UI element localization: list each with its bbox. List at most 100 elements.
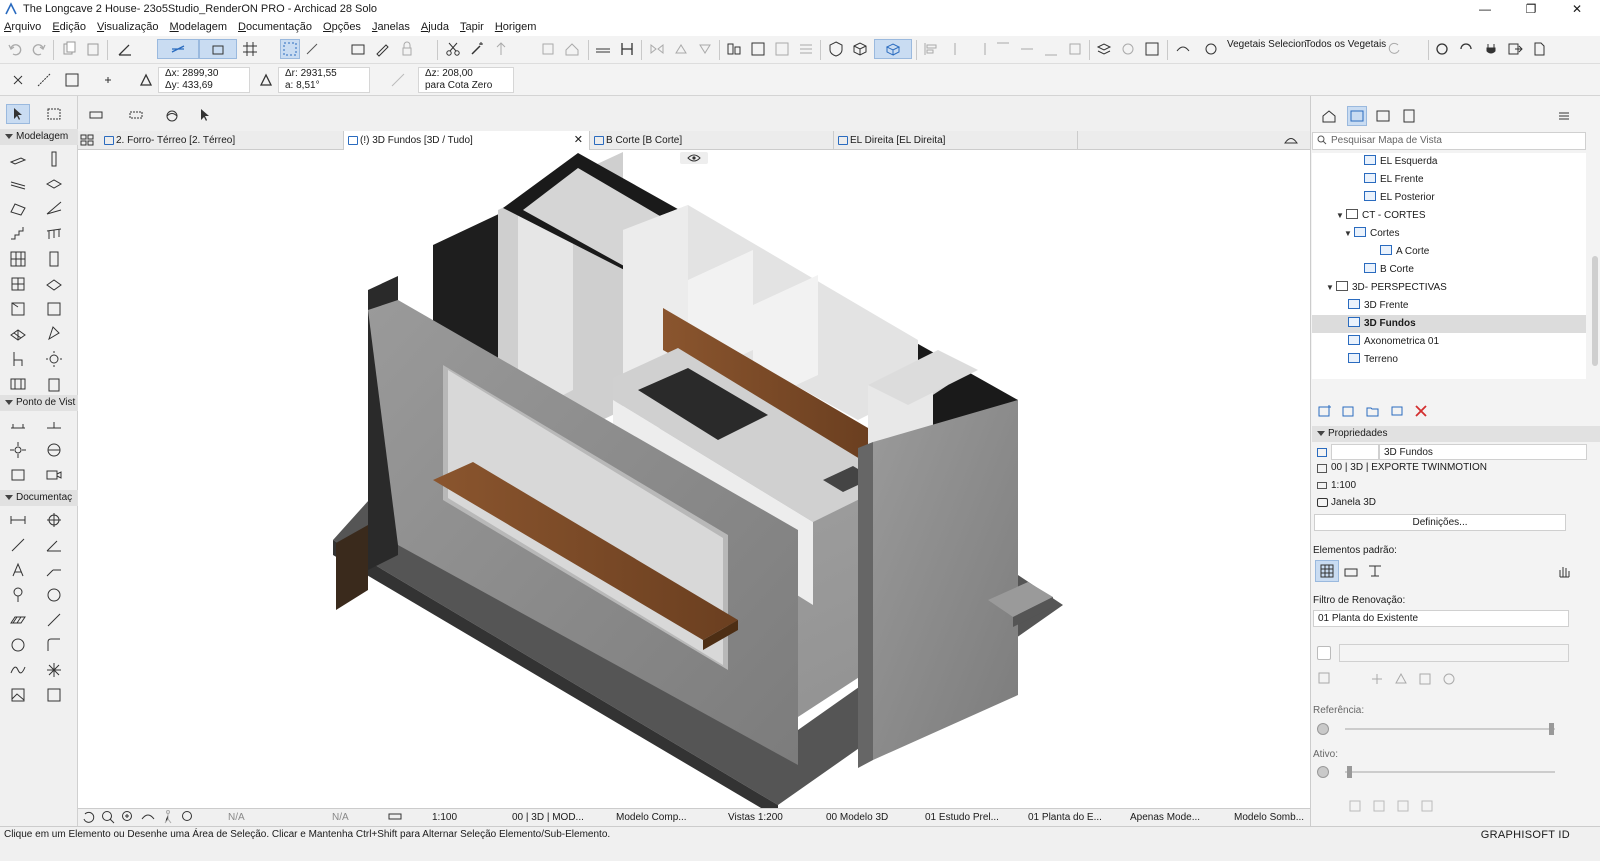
arrow-select-icon[interactable] xyxy=(6,104,30,124)
zoom-in-icon[interactable] xyxy=(100,809,116,825)
3d-box-icon[interactable] xyxy=(850,39,870,59)
figure-tool-icon[interactable] xyxy=(6,684,30,706)
distribute-h-icon[interactable] xyxy=(1065,39,1085,59)
slope-icon[interactable] xyxy=(388,70,408,90)
menu-modelagem[interactable]: Modelagem xyxy=(170,21,228,33)
pick-icon[interactable] xyxy=(302,39,322,59)
vegetais-selecionados-button[interactable]: Vegetais Selecion xyxy=(1227,39,1307,50)
lamp-tool-icon[interactable] xyxy=(42,348,66,370)
lock-icon[interactable] xyxy=(397,39,417,59)
align-right-icon[interactable] xyxy=(969,39,989,59)
dimension-style-icon[interactable] xyxy=(1365,561,1385,581)
menu-tapir[interactable]: Tapir xyxy=(460,21,484,33)
angle-na-value[interactable]: N/A xyxy=(332,810,349,826)
camera-tool-icon[interactable] xyxy=(42,464,66,486)
pet-palette-icon[interactable] xyxy=(86,105,106,125)
delete-view-icon[interactable] xyxy=(1411,401,1431,421)
morph-tool-icon[interactable] xyxy=(42,323,66,345)
scissors-icon[interactable] xyxy=(443,39,463,59)
copy-settings-icon[interactable] xyxy=(1315,669,1335,689)
menu-visualizacao[interactable]: Visualização xyxy=(97,21,159,33)
interior-elevation-icon[interactable] xyxy=(6,439,30,461)
active-slider[interactable] xyxy=(1345,771,1555,773)
tree-item-a-corte[interactable]: A Corte xyxy=(1312,243,1586,261)
structural-icon[interactable] xyxy=(1315,560,1339,582)
maximize-button[interactable]: ❐ xyxy=(1508,0,1554,18)
cursor-icon[interactable] xyxy=(195,105,215,125)
column-tool-icon[interactable] xyxy=(42,148,66,170)
menu-opcoes[interactable]: Opções xyxy=(323,21,361,33)
grid-tool-icon[interactable] xyxy=(62,70,82,90)
bottom-tool-4-icon[interactable] xyxy=(1417,796,1437,816)
worksheet-tool-icon[interactable] xyxy=(42,439,66,461)
rule-reset-icon[interactable] xyxy=(1439,669,1459,689)
active-color-icon[interactable] xyxy=(1317,766,1329,778)
menu-arquivo[interactable]: Arquivo xyxy=(4,21,41,33)
undo-zoom-icon[interactable] xyxy=(80,809,96,825)
angle-icon[interactable] xyxy=(115,39,135,59)
wall-tool-icon[interactable] xyxy=(6,148,30,170)
detail-tool-icon[interactable] xyxy=(6,464,30,486)
export-icon[interactable] xyxy=(1505,39,1525,59)
menu-horigem[interactable]: Horigem xyxy=(495,21,537,33)
zoom-percent-icon[interactable] xyxy=(180,809,196,825)
project-map-icon[interactable] xyxy=(1319,106,1339,126)
slab-tool-icon[interactable] xyxy=(42,173,66,195)
model-view-icon[interactable] xyxy=(1142,39,1162,59)
grid-icon[interactable] xyxy=(240,39,260,59)
door-tool-icon[interactable] xyxy=(42,248,66,270)
dr-angle-field[interactable]: Δr: 2931,55 a: 8,51° xyxy=(278,67,370,93)
tree-item-axonometrica[interactable]: Axonometrica 01 xyxy=(1312,333,1586,351)
opening-tool-icon[interactable] xyxy=(42,373,66,395)
3d-viewport[interactable] xyxy=(78,150,1310,808)
refresh-icon[interactable] xyxy=(1384,39,1404,59)
tree-scrollbar[interactable] xyxy=(1592,256,1598,366)
elevate-icon[interactable] xyxy=(491,39,511,59)
menu-ajuda[interactable]: Ajuda xyxy=(421,21,449,33)
layer-combination-selector[interactable]: 00 | 3D | MOD... xyxy=(512,810,584,826)
tree-item-ct-cortes[interactable]: ▼ CT - CORTES xyxy=(1312,207,1586,225)
shield-icon[interactable] xyxy=(826,39,846,59)
plus-icon[interactable] xyxy=(98,70,118,90)
zoom-fit-icon[interactable] xyxy=(120,809,136,825)
definicoes-button[interactable]: Definições... xyxy=(1314,514,1566,531)
reference-slider-thumb[interactable] xyxy=(1549,723,1554,735)
view-settings-icon[interactable] xyxy=(1387,401,1407,421)
marquee-icon[interactable] xyxy=(42,104,66,124)
dimension-selector[interactable]: Apenas Mode... xyxy=(1130,810,1200,826)
orbit-icon[interactable] xyxy=(162,106,182,126)
close-window-button[interactable]: ✕ xyxy=(1554,0,1600,18)
triangle-down-icon[interactable] xyxy=(695,39,715,59)
circle-tool-icon[interactable] xyxy=(6,634,30,656)
triangle-up-icon[interactable] xyxy=(671,39,691,59)
align-left-icon[interactable] xyxy=(921,39,941,59)
grid-align-icon[interactable] xyxy=(772,39,792,59)
edit-icon[interactable] xyxy=(372,39,392,59)
align-center-icon[interactable] xyxy=(945,39,965,59)
align-icon[interactable] xyxy=(724,39,744,59)
fill-tool-icon[interactable] xyxy=(42,584,66,606)
line-tool-icon[interactable] xyxy=(42,609,66,631)
geometry-method-icon[interactable] xyxy=(34,70,54,90)
distribute-icon[interactable] xyxy=(748,39,768,59)
tree-item-el-frente[interactable]: EL Frente xyxy=(1312,171,1586,189)
tab-3d-fundos[interactable]: (!) 3D Fundos [3D / Tudo] ✕ xyxy=(344,131,590,150)
section-modelagem[interactable]: Modelagem xyxy=(0,129,78,145)
view-map-search[interactable]: Pesquisar Mapa de Vista xyxy=(1312,132,1586,150)
dz-field[interactable]: Δz: 208,00 para Cota Zero xyxy=(418,67,514,93)
align-top-icon[interactable] xyxy=(993,39,1013,59)
section-documentacao[interactable]: Documentaç xyxy=(0,490,78,506)
skylight-tool-icon[interactable] xyxy=(42,273,66,295)
vegetation-icon[interactable] xyxy=(1173,39,1193,59)
properties-header[interactable]: Propriedades xyxy=(1312,426,1600,442)
polyline-tool-icon[interactable] xyxy=(42,634,66,656)
magic-wand-icon[interactable] xyxy=(467,39,487,59)
tree-item-3d-fundos[interactable]: 3D Fundos xyxy=(1312,315,1586,333)
chevron-down-icon[interactable]: ▼ xyxy=(1336,207,1346,225)
view-map-icon[interactable] xyxy=(1347,106,1367,126)
renovation-filter-selector[interactable]: 01 Planta do E... xyxy=(1028,810,1102,826)
clone-view-icon[interactable] xyxy=(1339,401,1359,421)
tree-item-el-esquerda[interactable]: EL Esquerda xyxy=(1312,153,1586,171)
structure-tool-icon[interactable] xyxy=(6,373,30,395)
shell-tool-icon[interactable] xyxy=(42,198,66,220)
